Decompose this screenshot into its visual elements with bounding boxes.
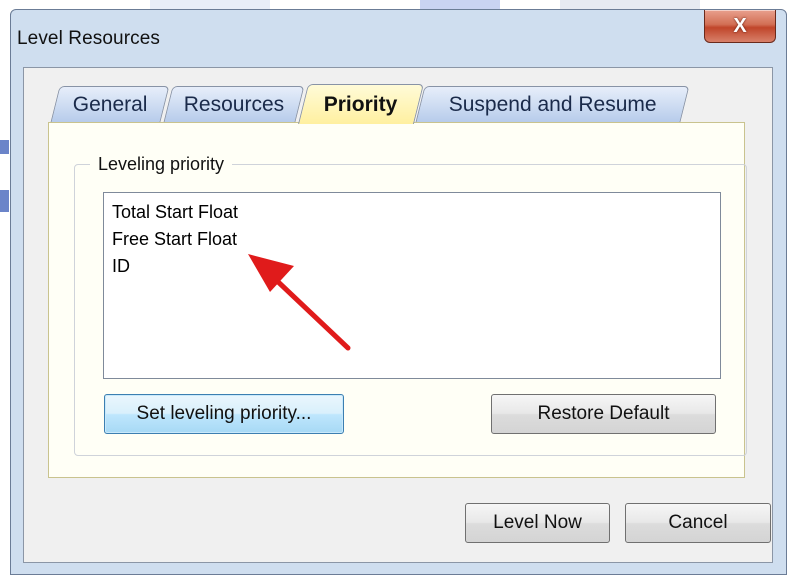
list-item[interactable]: ID (112, 253, 712, 280)
tab-label: Resources (183, 92, 285, 116)
tab-priority[interactable]: Priority (298, 84, 424, 124)
dialog-title: Level Resources (17, 28, 161, 49)
list-item[interactable]: Free Start Float (112, 226, 712, 253)
background-app (0, 190, 9, 212)
tab-suspend-and-resume[interactable]: Suspend and Resume (415, 86, 690, 122)
tab-label: General (72, 92, 148, 116)
cancel-button[interactable]: Cancel (625, 503, 771, 543)
close-button[interactable]: X (704, 10, 776, 43)
red-arrow-annotation (248, 254, 351, 351)
group-label: Leveling priority (90, 154, 233, 175)
tab-general[interactable]: General (50, 86, 170, 122)
title-bar[interactable]: Level Resources X (11, 10, 786, 68)
tab-label: Priority (324, 92, 398, 116)
level-now-button[interactable]: Level Now (465, 503, 610, 543)
list-item[interactable]: Total Start Float (112, 199, 712, 226)
tab-resources[interactable]: Resources (163, 86, 305, 122)
tab-label: Suspend and Resume (448, 92, 657, 116)
close-icon: X (733, 14, 747, 37)
leveling-priority-list[interactable]: Total Start Float Free Start Float ID (103, 192, 721, 379)
background-app (0, 140, 9, 154)
set-leveling-priority-button[interactable]: Set leveling priority... (104, 394, 344, 434)
restore-default-button[interactable]: Restore Default (491, 394, 716, 434)
